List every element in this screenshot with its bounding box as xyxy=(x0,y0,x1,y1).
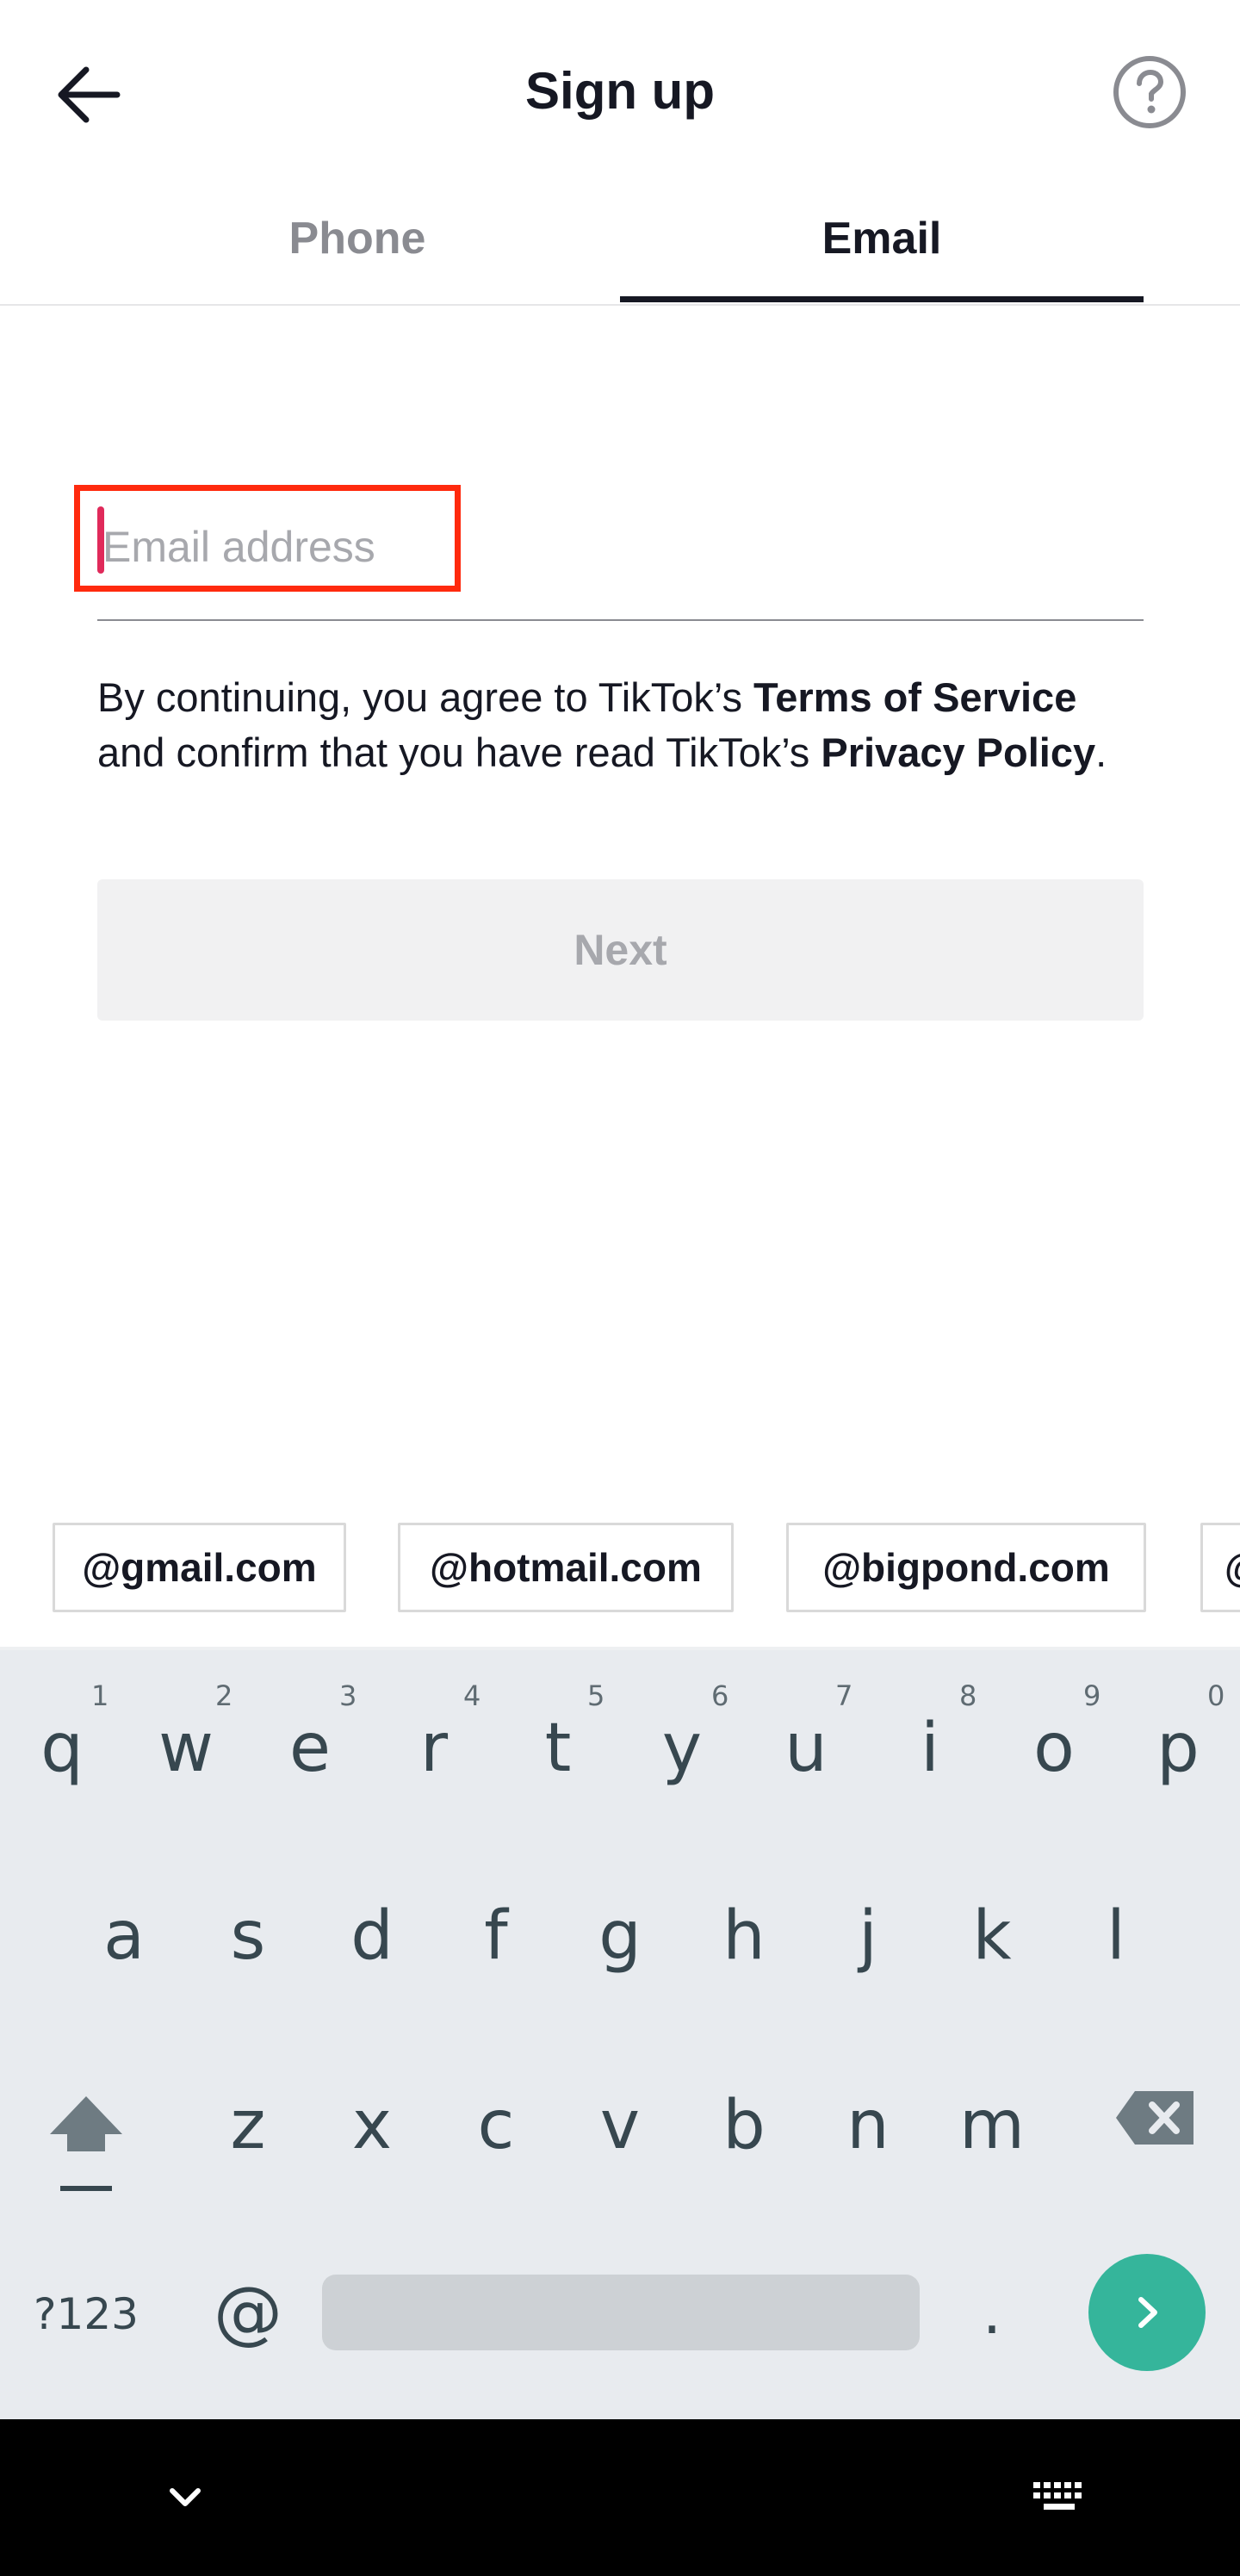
key-z[interactable]: z xyxy=(198,2083,298,2169)
chevron-right-icon xyxy=(1138,2297,1157,2328)
key-u[interactable]: 7u xyxy=(756,1679,856,1809)
key-h[interactable]: h xyxy=(694,1893,794,1979)
key-o[interactable]: 9o xyxy=(1004,1679,1104,1809)
space-bar[interactable] xyxy=(322,2275,920,2350)
highlight-box xyxy=(74,485,461,592)
email-field-underline xyxy=(97,619,1144,621)
help-button[interactable] xyxy=(1111,53,1188,131)
page-title: Sign up xyxy=(525,62,715,120)
privacy-policy-link[interactable]: Privacy Policy xyxy=(821,729,1095,775)
suggestion-gmail[interactable]: @gmail.com xyxy=(53,1523,346,1612)
backspace-icon xyxy=(1116,2091,1194,2145)
key-q[interactable]: 1q xyxy=(12,1679,112,1809)
key-label: u xyxy=(784,1710,828,1787)
key-y[interactable]: 6y xyxy=(632,1679,732,1809)
key-j[interactable]: j xyxy=(818,1893,918,1979)
next-button[interactable]: Next xyxy=(97,879,1144,1021)
key-i[interactable]: 8i xyxy=(880,1679,980,1809)
key-w[interactable]: 2w xyxy=(136,1679,236,1809)
tab-email[interactable]: Email xyxy=(620,198,1144,305)
key-l[interactable]: l xyxy=(1066,1893,1166,1979)
key-v[interactable]: v xyxy=(570,2083,670,2169)
shift-icon xyxy=(50,2096,122,2191)
key-label: y xyxy=(661,1710,703,1787)
key-s[interactable]: s xyxy=(198,1893,298,1979)
backspace-key[interactable] xyxy=(1104,2088,1207,2165)
key-x[interactable]: x xyxy=(322,2083,422,2169)
symbols-key[interactable]: ?123 xyxy=(26,2284,146,2344)
chevron-down-icon xyxy=(170,2488,201,2506)
period-key[interactable]: . xyxy=(942,2265,1042,2360)
terms-suffix: . xyxy=(1095,729,1107,775)
suggestion-more[interactable]: @ xyxy=(1200,1523,1240,1612)
email-suggestions: @gmail.com @hotmail.com @bigpond.com @ xyxy=(0,1523,1240,1616)
key-d[interactable]: d xyxy=(322,1893,422,1979)
suggestion-bigpond[interactable]: @bigpond.com xyxy=(786,1523,1146,1612)
question-circle-icon xyxy=(1113,56,1186,128)
key-g[interactable]: g xyxy=(570,1893,670,1979)
key-e[interactable]: 3e xyxy=(260,1679,360,1809)
key-k[interactable]: k xyxy=(942,1893,1042,1979)
key-f[interactable]: f xyxy=(446,1893,546,1979)
key-label: o xyxy=(1033,1710,1075,1787)
key-a[interactable]: a xyxy=(74,1893,174,1979)
key-label: w xyxy=(158,1710,214,1787)
at-key[interactable]: @ xyxy=(198,2265,298,2360)
key-c[interactable]: c xyxy=(446,2083,546,2169)
key-label: q xyxy=(40,1710,84,1787)
tabs-divider xyxy=(0,304,1240,306)
keyboard-switch-button[interactable] xyxy=(1016,2463,1102,2532)
terms-text: By continuing, you agree to TikTok’s Ter… xyxy=(97,670,1144,780)
key-p[interactable]: 0p xyxy=(1128,1679,1228,1809)
key-m[interactable]: m xyxy=(942,2083,1042,2169)
key-n[interactable]: n xyxy=(818,2083,918,2169)
key-label: p xyxy=(1156,1710,1200,1787)
suggestion-hotmail[interactable]: @hotmail.com xyxy=(398,1523,734,1612)
key-label: i xyxy=(921,1710,939,1787)
signup-tabs: Phone Email xyxy=(0,198,1240,305)
shift-key[interactable] xyxy=(34,2084,138,2205)
terms-middle: and confirm that you have read TikTok’s xyxy=(97,729,822,775)
key-r[interactable]: 4r xyxy=(384,1679,484,1809)
key-b[interactable]: b xyxy=(694,2083,794,2169)
tab-phone[interactable]: Phone xyxy=(99,198,616,305)
keyboard-icon xyxy=(1033,2482,1082,2510)
hide-keyboard-button[interactable] xyxy=(146,2463,224,2532)
terms-of-service-link[interactable]: Terms of Service xyxy=(753,674,1076,720)
active-tab-indicator xyxy=(620,296,1144,302)
enter-key[interactable] xyxy=(1088,2254,1206,2371)
terms-prefix: By continuing, you agree to TikTok’s xyxy=(97,674,754,720)
key-label: r xyxy=(419,1710,449,1787)
key-label: t xyxy=(544,1710,572,1787)
key-t[interactable]: 5t xyxy=(508,1679,608,1809)
key-label: e xyxy=(289,1710,331,1787)
